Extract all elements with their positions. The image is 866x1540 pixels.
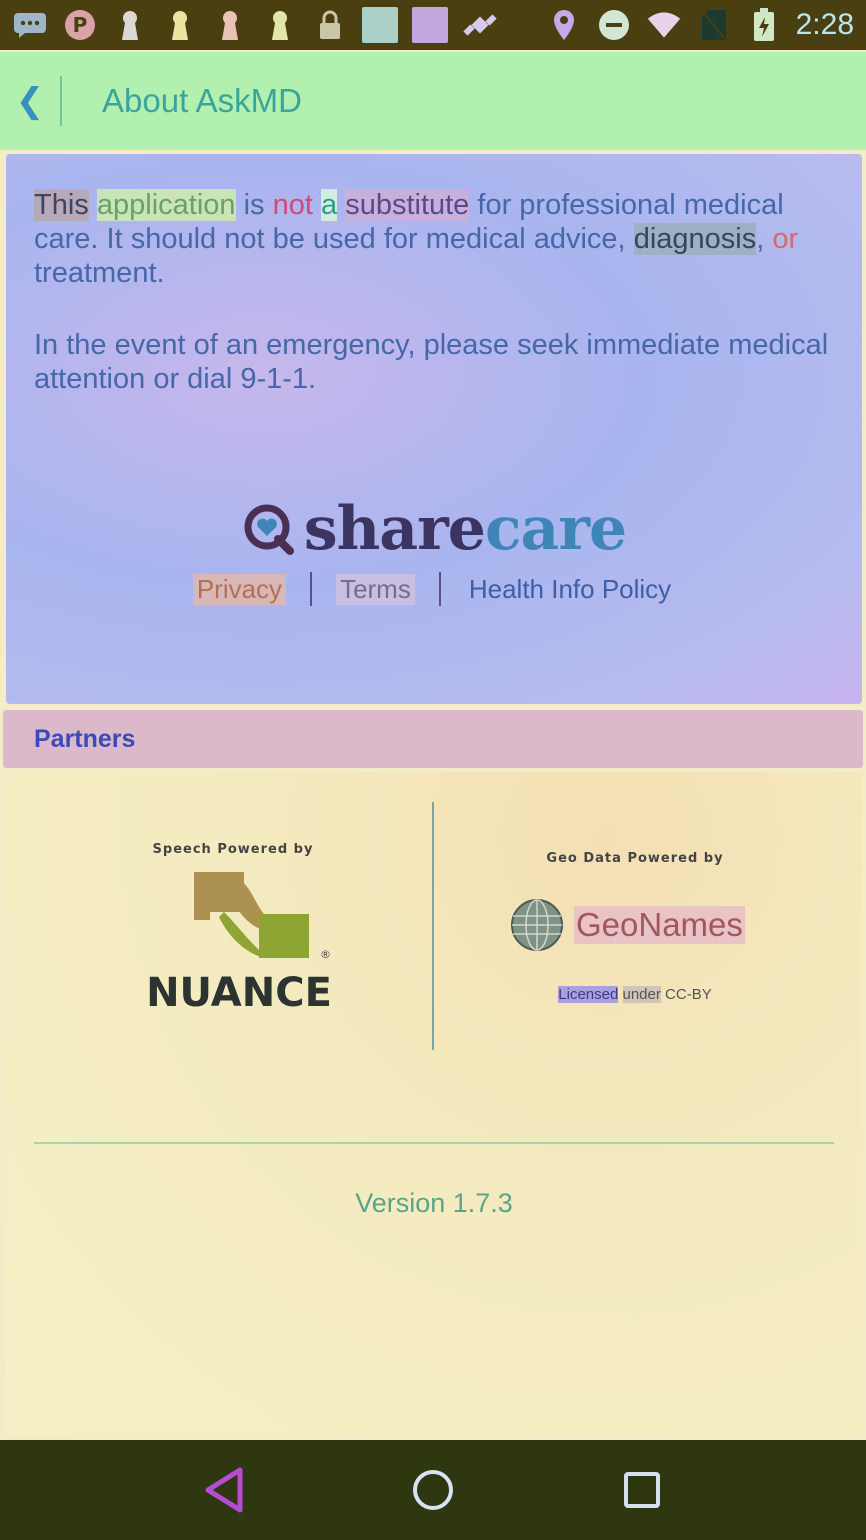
brand-care: care <box>484 494 627 564</box>
app-header: ❮ About AskMD <box>0 52 866 150</box>
nuance-word: NUANCE <box>146 970 332 1012</box>
geo-caption: Geo Data Powered by <box>546 851 724 866</box>
link-divider <box>310 572 313 606</box>
nav-recents-button[interactable] <box>602 1450 682 1530</box>
location-icon <box>546 7 582 43</box>
page-title: About AskMD <box>102 82 302 119</box>
keyhole-icon <box>262 7 298 43</box>
partners-section-header: Partners <box>3 710 863 768</box>
svg-text:P: P <box>73 13 88 37</box>
legal-links: Privacy Terms Health Info Policy <box>6 572 862 606</box>
status-time: 2:28 <box>795 8 854 41</box>
image-icon <box>362 7 398 43</box>
speech-caption: Speech Powered by <box>152 842 314 857</box>
keyhole-icon <box>112 7 148 43</box>
disclaimer-panel: This application is not a substitute for… <box>6 154 862 704</box>
sharecare-logo-icon <box>244 504 294 555</box>
partner-divider <box>432 802 434 1050</box>
license-text: Licensed under CC-BY <box>442 986 828 1003</box>
battery-icon <box>746 7 782 43</box>
system-nav-bar <box>0 1440 866 1540</box>
satellite-icon <box>462 7 498 43</box>
partners-label: Partners <box>34 724 136 753</box>
brand-share: share <box>303 494 486 564</box>
disclaimer-word: substitute <box>345 189 470 221</box>
link-divider <box>438 572 441 606</box>
square-recents-icon <box>623 1472 660 1508</box>
status-bar: P 2:28 <box>0 0 866 50</box>
pinterest-icon: P <box>62 7 98 43</box>
image-icon <box>412 7 448 43</box>
nav-back-button[interactable] <box>184 1450 264 1530</box>
geonames-word: GeoNames <box>574 906 745 944</box>
header-divider <box>60 76 62 126</box>
sharecare-logo: sharecare <box>6 494 862 564</box>
disclaimer-word: treatment. <box>34 257 165 289</box>
license-word: Licensed <box>558 986 619 1003</box>
disclaimer-word: , <box>756 223 765 255</box>
emergency-text: In the event of an emergency, please see… <box>34 329 829 395</box>
lock-icon <box>312 7 348 43</box>
disclaimer-word: This <box>34 189 89 221</box>
nuance-logo[interactable]: ® NUANCE <box>124 872 354 1016</box>
nav-home-button[interactable] <box>393 1450 473 1530</box>
partners-panel: Speech Powered by ® NUANCE Geo Data Powe… <box>6 772 862 1434</box>
license-word: under <box>622 986 661 1003</box>
disclaimer-word: not <box>272 189 313 221</box>
chevron-left-icon: ❮ <box>15 81 45 121</box>
disclaimer-word: application <box>96 189 236 221</box>
health-info-policy-link[interactable]: Health Info Policy <box>465 574 675 605</box>
separator-line <box>34 1142 834 1144</box>
nuance-logo-icon: ® NUANCE <box>146 872 332 1016</box>
disclaimer-word: a <box>320 189 338 221</box>
license-link[interactable]: CC-BY <box>665 986 712 1003</box>
privacy-link[interactable]: Privacy <box>192 573 287 605</box>
triangle-back-icon <box>205 1467 243 1513</box>
disclaimer-word: or <box>772 223 799 255</box>
terms-link[interactable]: Terms <box>336 573 415 605</box>
globe-icon <box>511 899 563 951</box>
geonames-logo[interactable]: GeoNames <box>510 898 745 952</box>
keyhole-icon <box>162 7 198 43</box>
no-sim-icon <box>696 7 732 43</box>
back-button[interactable]: ❮ <box>0 52 60 150</box>
keyhole-icon <box>212 7 248 43</box>
svg-text:®: ® <box>320 948 331 961</box>
circle-home-icon <box>412 1470 453 1510</box>
disclaimer-word: is <box>243 189 265 221</box>
message-icon <box>12 7 48 43</box>
disclaimer-text: This application is not a substitute for… <box>34 188 834 290</box>
wifi-icon <box>646 7 682 43</box>
disclaimer-word: diagnosis <box>633 223 757 255</box>
dnd-icon <box>596 7 632 43</box>
version-text: Version 1.7.3 <box>355 1188 513 1218</box>
